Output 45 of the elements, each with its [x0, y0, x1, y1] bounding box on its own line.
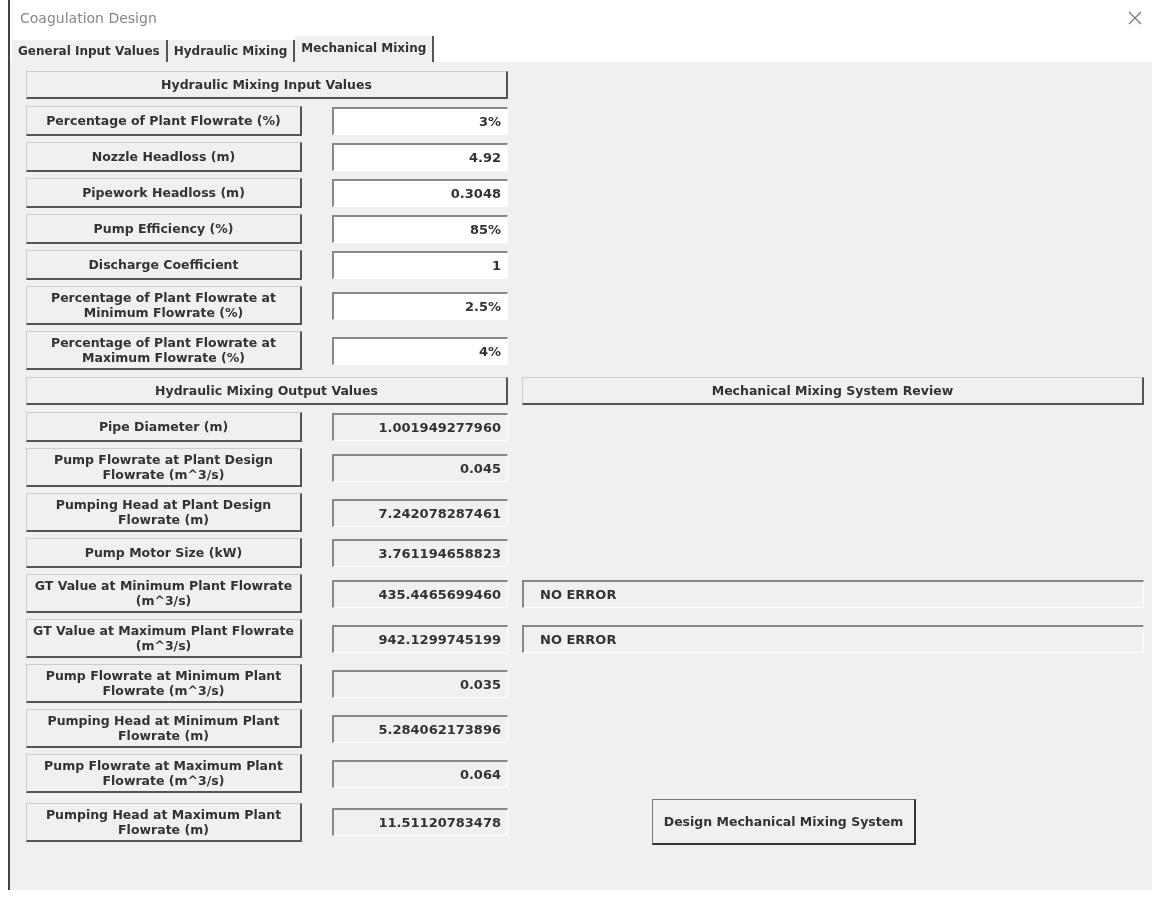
- input-field[interactable]: 2.5%: [332, 291, 508, 320]
- field-label-button[interactable]: Nozzle Headloss (m): [26, 142, 302, 172]
- field-label-button[interactable]: Percentage of Plant Flowrate (%): [26, 106, 302, 136]
- output-field: 0.035: [332, 669, 508, 698]
- field-label-button[interactable]: GT Value at Minimum Plant Flowrate (m^3/s): [26, 574, 302, 613]
- field-label-button[interactable]: GT Value at Maximum Plant Flowrate (m^3/s): [26, 619, 302, 658]
- output-field: 1.001949277960: [332, 413, 508, 441]
- field-label-button[interactable]: Percentage of Plant Flowrate at Minimum Flowrate (%): [26, 286, 302, 325]
- output-field: 942.1299745199: [332, 624, 508, 653]
- tab[interactable]: Hydraulic Mixing: [167, 40, 296, 62]
- output-field: 7.242078287461: [332, 498, 508, 527]
- section-header-button[interactable]: Hydraulic Mixing Input Values: [26, 71, 508, 99]
- tab[interactable]: Mechanical Mixing: [295, 36, 435, 62]
- input-field[interactable]: 0.3048: [332, 179, 508, 207]
- status-field: NO ERROR: [522, 579, 1144, 608]
- field-label-button[interactable]: Pipework Headloss (m): [26, 178, 302, 208]
- field-label-button[interactable]: Discharge Coefficient: [26, 250, 302, 280]
- field-label-button[interactable]: Pump Flowrate at Maximum Plant Flowrate (m^3/s): [26, 754, 302, 793]
- field-label-button[interactable]: Percentage of Plant Flowrate at Maximum Flowrate (%): [26, 331, 302, 370]
- field-label-button[interactable]: Pumping Head at Minimum Plant Flowrate (m): [26, 709, 302, 748]
- status-field: NO ERROR: [522, 624, 1144, 653]
- output-field: 435.4465699460: [332, 579, 508, 608]
- tab[interactable]: General Input Values: [12, 40, 168, 62]
- input-field[interactable]: 4%: [332, 336, 508, 365]
- design-button[interactable]: Design Mechanical Mixing System: [652, 799, 916, 845]
- output-field: 3.761194658823: [332, 539, 508, 567]
- window-title: Coagulation Design: [20, 10, 157, 26]
- output-field: 0.064: [332, 759, 508, 788]
- field-label-button[interactable]: Pumping Head at Maximum Plant Flowrate (m): [26, 802, 302, 842]
- input-field[interactable]: 1: [332, 251, 508, 279]
- output-field: 0.045: [332, 453, 508, 482]
- review-header-button[interactable]: Mechanical Mixing System Review: [522, 377, 1144, 405]
- section-header-button[interactable]: Hydraulic Mixing Output Values: [26, 377, 508, 405]
- field-label-button[interactable]: Pump Flowrate at Plant Design Flowrate (m^3/s): [26, 448, 302, 487]
- input-field[interactable]: 4.92: [332, 143, 508, 171]
- input-field[interactable]: 85%: [332, 215, 508, 243]
- field-label-button[interactable]: Pump Motor Size (kW): [26, 538, 302, 568]
- input-field[interactable]: 3%: [332, 107, 508, 135]
- field-label-button[interactable]: Pump Flowrate at Minimum Plant Flowrate (m^3/s): [26, 664, 302, 703]
- close-icon[interactable]: [1128, 11, 1142, 25]
- output-field: 11.51120783478: [332, 808, 508, 836]
- field-label-button[interactable]: Pumping Head at Plant Design Flowrate (m): [26, 493, 302, 532]
- field-label-button[interactable]: Pump Efficiency (%): [26, 214, 302, 244]
- output-field: 5.284062173896: [332, 714, 508, 743]
- field-label-button[interactable]: Pipe Diameter (m): [26, 412, 302, 442]
